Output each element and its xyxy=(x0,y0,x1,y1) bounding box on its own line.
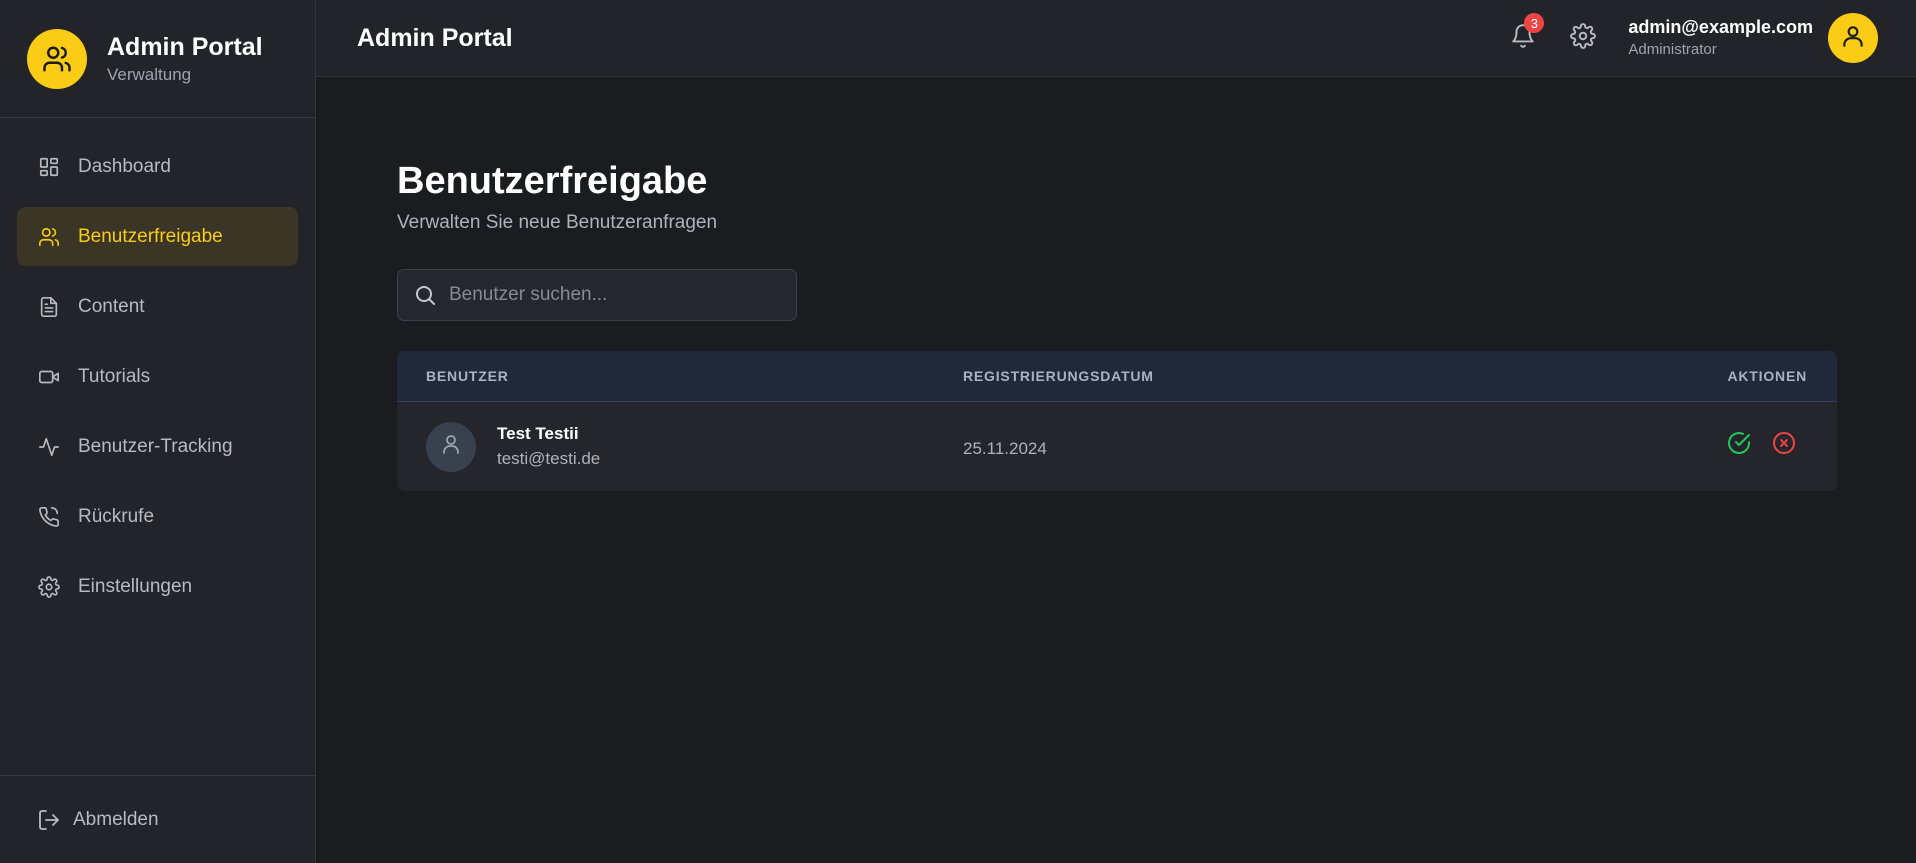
user-requests-table: BENUTZER REGISTRIERUNGSDATUM AKTIONEN Te… xyxy=(397,351,1837,491)
sidebar-item-label: Rückrufe xyxy=(78,505,155,527)
sidebar-item-benutzerfreigabe[interactable]: Benutzerfreigabe xyxy=(17,207,298,266)
top-header: Admin Portal 3 admin@example.com Adminis… xyxy=(316,0,1916,77)
user-name: Test Testii xyxy=(497,424,579,443)
notifications-button[interactable]: 3 xyxy=(1508,13,1545,53)
search-input[interactable] xyxy=(449,284,789,306)
user-email: testi@testi.de xyxy=(497,449,601,468)
main-content: Benutzerfreigabe Verwalten Sie neue Benu… xyxy=(397,77,1837,491)
user-avatar[interactable] xyxy=(1828,13,1878,63)
table-header: BENUTZER REGISTRIERUNGSDATUM AKTIONEN xyxy=(397,351,1837,402)
search-icon xyxy=(413,282,439,308)
users-icon xyxy=(37,225,61,249)
sidebar-item-label: Benutzerfreigabe xyxy=(78,225,223,247)
column-header-actions: AKTIONEN xyxy=(1727,368,1807,384)
user-icon xyxy=(1840,23,1866,54)
check-circle-icon xyxy=(1727,431,1751,460)
search-box[interactable] xyxy=(397,269,797,321)
brand-title: Admin Portal xyxy=(107,32,263,61)
sidebar-item-label: Tutorials xyxy=(78,365,151,387)
sidebar-nav: Dashboard Benutzerfreigabe Content Tutor… xyxy=(0,137,315,616)
sidebar-item-tutorials[interactable]: Tutorials xyxy=(17,347,298,406)
user-cell: Test Testii testi@testi.de xyxy=(426,421,601,472)
reject-button[interactable] xyxy=(1771,431,1797,460)
notification-badge: 3 xyxy=(1524,13,1545,33)
logout-label: Abmelden xyxy=(73,808,159,830)
sidebar-item-rueckrufe[interactable]: Rückrufe xyxy=(17,487,298,546)
video-icon xyxy=(37,365,61,389)
sidebar: Admin Portal Verwaltung Dashboard Benutz… xyxy=(0,0,316,863)
sidebar-item-label: Benutzer-Tracking xyxy=(78,435,233,457)
user-info: admin@example.com Administrator xyxy=(1628,16,1813,60)
page-subtitle: Verwalten Sie neue Benutzeranfragen xyxy=(397,212,718,233)
sidebar-item-content[interactable]: Content xyxy=(17,277,298,336)
user-role: Administrator xyxy=(1628,41,1717,58)
sidebar-item-dashboard[interactable]: Dashboard xyxy=(17,137,298,196)
gear-icon xyxy=(37,575,61,599)
user-icon xyxy=(439,432,463,461)
column-header-date: REGISTRIERUNGSDATUM xyxy=(963,368,1154,384)
settings-button[interactable] xyxy=(1568,22,1598,54)
brand: Admin Portal Verwaltung xyxy=(0,0,315,118)
sidebar-item-label: Dashboard xyxy=(78,155,171,177)
table-row: Test Testii testi@testi.de 25.11.2024 xyxy=(397,402,1837,491)
brand-subtitle: Verwaltung xyxy=(107,64,192,84)
document-icon xyxy=(37,295,61,319)
dashboard-icon xyxy=(37,155,61,179)
phone-icon xyxy=(37,505,61,529)
logout-icon xyxy=(37,808,61,832)
logout-button[interactable]: Abmelden xyxy=(0,775,315,863)
sidebar-item-benutzer-tracking[interactable]: Benutzer-Tracking xyxy=(17,417,298,476)
user-email: admin@example.com xyxy=(1628,17,1813,37)
sidebar-item-label: Content xyxy=(78,295,145,317)
avatar xyxy=(426,421,476,472)
sidebar-item-label: Einstellungen xyxy=(78,575,193,597)
x-circle-icon xyxy=(1772,431,1796,460)
sidebar-item-einstellungen[interactable]: Einstellungen xyxy=(17,557,298,616)
registration-date: 25.11.2024 xyxy=(963,439,1047,458)
activity-icon xyxy=(37,435,61,459)
approve-button[interactable] xyxy=(1726,431,1752,460)
brand-logo-users-icon xyxy=(27,28,87,89)
header-title: Admin Portal xyxy=(357,23,513,52)
page-title: Benutzerfreigabe xyxy=(397,160,708,202)
gear-icon xyxy=(1570,22,1597,54)
column-header-user: BENUTZER xyxy=(426,368,509,384)
row-actions xyxy=(1707,431,1797,460)
